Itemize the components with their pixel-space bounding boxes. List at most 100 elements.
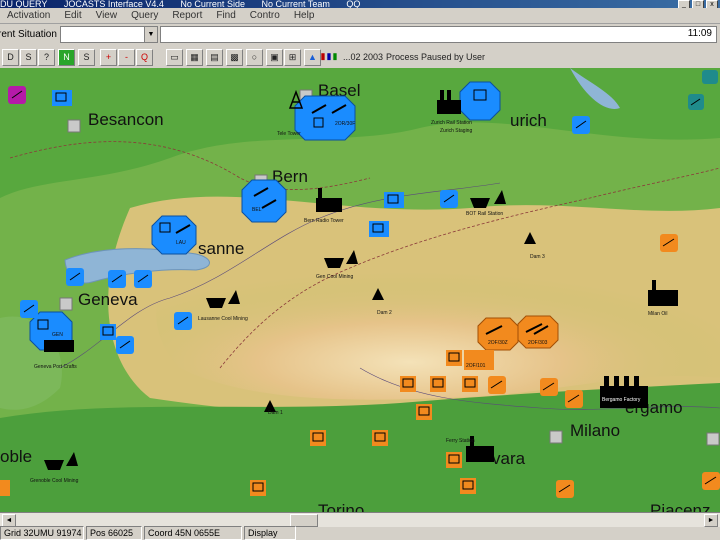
city-label-grenoble: oble (0, 447, 32, 466)
unit-label: 2OF/30Z (488, 340, 508, 346)
tool-button[interactable]: S (20, 49, 37, 66)
zoom-in-icon[interactable]: + (100, 49, 117, 66)
help-button[interactable]: ? (38, 49, 55, 66)
status-message: Process Paused by User (386, 52, 486, 62)
tool-button[interactable]: ▩ (226, 49, 243, 66)
orange-unit[interactable] (0, 480, 10, 496)
blue-unit-small[interactable] (20, 300, 38, 318)
city-label-torino: Torino (318, 501, 364, 512)
tool-button[interactable]: ▲ (304, 49, 321, 66)
status-date: ...02 2003 (343, 52, 384, 62)
blue-unit-bern[interactable]: BEL (241, 179, 287, 223)
menu-control[interactable]: Contro (243, 10, 287, 21)
tool-button[interactable]: ▤ (206, 49, 223, 66)
city-marker[interactable] (549, 430, 563, 444)
status-grid: Grid 32UMU 91974 (0, 526, 84, 540)
orange-unit[interactable] (430, 376, 446, 392)
blue-unit-small[interactable] (100, 324, 116, 340)
status-coord: Coord 45N 0655E (144, 526, 242, 540)
blue-unit-small[interactable] (66, 268, 84, 286)
orange-unit[interactable] (488, 376, 506, 394)
orange-unit[interactable] (446, 350, 462, 366)
city-label-besancon: Besancon (88, 110, 164, 129)
orange-unit-large[interactable]: 2OF/303 (517, 315, 559, 349)
unit-label: Bern Radio Tower (304, 218, 344, 224)
go-button[interactable]: N (58, 49, 75, 66)
title-bar: DU QUERY JOCASTS Interface V4.4 No Curre… (0, 0, 720, 8)
situation-row: rent Situation ▼ 11:09 (0, 24, 720, 44)
teal-unit[interactable] (688, 94, 704, 110)
orange-unit[interactable] (660, 234, 678, 252)
blue-unit-small[interactable] (116, 336, 134, 354)
tool-button[interactable]: ⊞ (284, 49, 301, 66)
map-canvas[interactable]: Basel Besancon urich Bern sanne Geneva e… (0, 68, 720, 512)
chevron-down-icon[interactable]: ▼ (144, 27, 157, 42)
menu-report[interactable]: Report (165, 10, 209, 21)
orange-unit[interactable] (460, 478, 476, 494)
blue-unit-small[interactable] (174, 312, 192, 330)
unit-label: BEL (252, 207, 262, 213)
blue-unit-small[interactable] (134, 270, 152, 288)
toolbar: D S ? N S + - Q ▭ ▦ ▤ ▩ ○ ▣ ⊞ ▲ ▮ ▮ ▮ ..… (0, 46, 720, 68)
unit-label: Bergamo Factory (602, 397, 641, 403)
blue-unit-small[interactable] (572, 116, 590, 134)
tool-button[interactable]: ○ (246, 49, 263, 66)
tool-button[interactable]: ▭ (166, 49, 183, 66)
orange-unit[interactable] (540, 378, 558, 396)
map-svg[interactable]: Basel Besancon urich Bern sanne Geneva e… (0, 68, 720, 512)
orange-unit[interactable] (250, 480, 266, 496)
unit-label: BOT Rail Station (466, 211, 503, 217)
orange-unit[interactable] (565, 390, 583, 408)
title-segment: DU QUERY (0, 0, 48, 8)
unit-label: 2OF/101 (466, 363, 486, 369)
unit-label: Grenoble Cool Mining (30, 478, 79, 484)
blue-unit-small[interactable] (369, 221, 389, 237)
horizontal-scrollbar[interactable]: ◄ ► (0, 512, 720, 527)
orange-unit-large[interactable]: 2OF/30Z (477, 317, 519, 351)
tool-button[interactable]: ▦ (186, 49, 203, 66)
orange-unit[interactable] (400, 376, 416, 392)
situation-select[interactable]: ▼ (60, 26, 158, 43)
orange-unit[interactable] (446, 452, 462, 468)
blue-unit-lausanne[interactable]: LAU (151, 215, 197, 255)
magenta-unit[interactable] (8, 86, 26, 104)
blue-unit-small[interactable] (384, 192, 404, 208)
orange-unit[interactable] (702, 472, 720, 490)
unit-label: Zurich Staging (440, 128, 472, 134)
menu-find[interactable]: Find (209, 10, 242, 21)
close-button[interactable]: x (706, 0, 718, 8)
orange-unit[interactable]: 2OF/101 (464, 350, 494, 370)
city-marker[interactable] (67, 119, 81, 133)
city-label-milano: Milano (570, 421, 620, 440)
menu-activation[interactable]: Activation (0, 10, 57, 21)
blue-unit-small[interactable] (108, 270, 126, 288)
orange-unit[interactable] (416, 404, 432, 420)
teal-unit[interactable] (702, 70, 718, 84)
tool-button[interactable]: S (78, 49, 95, 66)
maximize-button[interactable]: □ (692, 0, 704, 8)
menu-view[interactable]: View (89, 10, 125, 21)
city-label-zurich: urich (510, 111, 547, 130)
menu-edit[interactable]: Edit (57, 10, 88, 21)
unit-label: Tele Tower (277, 131, 301, 137)
city-marker[interactable] (706, 432, 720, 446)
orange-unit[interactable] (372, 430, 388, 446)
blue-unit-small[interactable] (52, 90, 72, 106)
unit-label: Dam 1 (268, 410, 283, 416)
tool-button[interactable]: ▣ (266, 49, 283, 66)
zoom-out-icon[interactable]: - (118, 49, 135, 66)
city-marker[interactable] (59, 297, 73, 311)
minimize-button[interactable]: _ (678, 0, 690, 8)
unit-label: Lausanne Cool Mining (198, 316, 248, 322)
zoom-fit-icon[interactable]: Q (136, 49, 153, 66)
unit-label: 2OF/303 (528, 340, 548, 346)
blue-unit-basel[interactable]: 2OR/30F (294, 95, 356, 141)
menu-help[interactable]: Help (287, 10, 322, 21)
blue-unit-zurich[interactable] (459, 81, 501, 121)
blue-unit-small[interactable] (440, 190, 458, 208)
menu-query[interactable]: Query (124, 10, 165, 21)
orange-unit[interactable] (556, 480, 574, 498)
tool-button[interactable]: D (2, 49, 19, 66)
orange-unit[interactable] (462, 376, 478, 392)
orange-unit[interactable] (310, 430, 326, 446)
